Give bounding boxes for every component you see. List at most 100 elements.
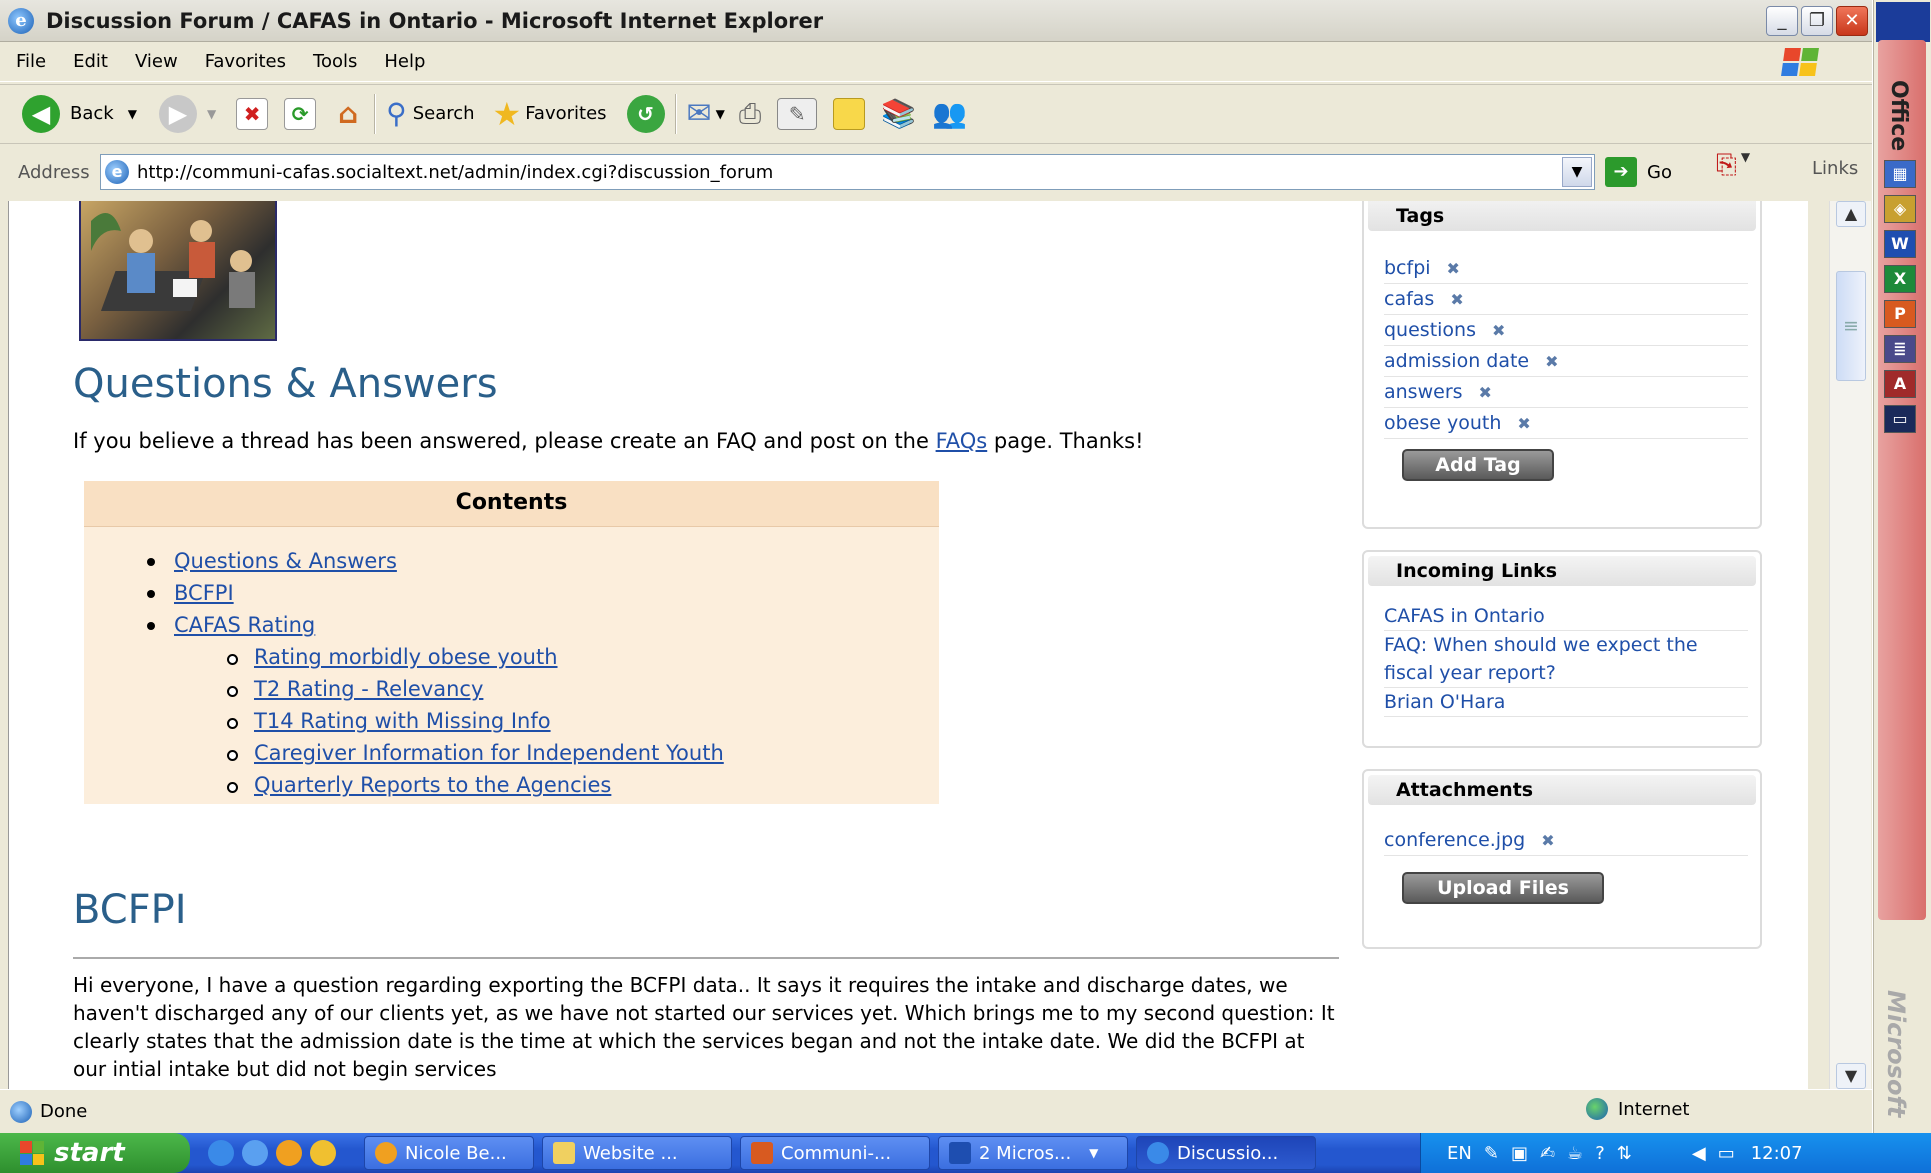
tag-link[interactable]: admission date <box>1384 350 1529 372</box>
vertical-scrollbar[interactable]: ▲ ≡ ▼ <box>1829 201 1871 1089</box>
ie-icon[interactable] <box>208 1140 234 1166</box>
menu-favorites[interactable]: Favorites <box>205 51 286 72</box>
writing-icon[interactable]: ✍ <box>1540 1143 1555 1164</box>
tag-link[interactable]: obese youth <box>1384 412 1501 434</box>
toc-link-t14-rating[interactable]: T14 Rating with Missing Info <box>254 709 551 733</box>
scroll-up-arrow-icon[interactable]: ▲ <box>1836 201 1866 227</box>
start-button[interactable]: start <box>0 1133 190 1173</box>
add-tag-button[interactable]: Add Tag <box>1402 449 1554 481</box>
outlook-icon[interactable] <box>242 1140 268 1166</box>
menu-edit[interactable]: Edit <box>73 51 108 72</box>
scroll-thumb[interactable]: ≡ <box>1836 271 1866 381</box>
close-button[interactable]: ✕ <box>1836 6 1868 36</box>
toc-link-quarterly-reports[interactable]: Quarterly Reports to the Agencies <box>254 773 611 797</box>
menu-tools[interactable]: Tools <box>313 51 357 72</box>
menu-help[interactable]: Help <box>384 51 425 72</box>
tag-link[interactable]: cafas <box>1384 288 1434 310</box>
incoming-link[interactable]: FAQ: When should we expect the fiscal ye… <box>1384 631 1748 688</box>
search-button[interactable]: ⚲ Search <box>386 97 474 130</box>
tag-link[interactable]: answers <box>1384 381 1463 403</box>
home-button[interactable]: ⌂ <box>332 97 364 130</box>
toc-link-caregiver-info[interactable]: Caregiver Information for Independent Yo… <box>254 741 724 765</box>
toc-subitem: Rating morbidly obese youth <box>227 641 724 673</box>
research-button[interactable]: 📚 <box>881 97 916 130</box>
cup-icon[interactable]: ☕ <box>1567 1143 1583 1164</box>
tag-link[interactable]: questions <box>1384 319 1476 341</box>
pdf-icon[interactable]: ⎘ ▼ <box>1716 150 1760 190</box>
messenger-button[interactable]: 👥 <box>932 97 967 130</box>
chevron-down-icon: ▼ <box>715 106 725 121</box>
word-icon[interactable]: W <box>1884 230 1916 258</box>
faqs-link[interactable]: FAQs <box>936 429 988 453</box>
refresh-button[interactable]: ⟳ <box>284 97 317 130</box>
favorites-button[interactable]: ★ Favorites <box>493 95 607 133</box>
incoming-link[interactable]: Brian O'Hara <box>1384 688 1748 717</box>
toc-subitem: T2 Rating - Relevancy <box>227 673 724 705</box>
toc-link-t2-rating[interactable]: T2 Rating - Relevancy <box>254 677 483 701</box>
help-icon[interactable]: ? <box>1595 1143 1605 1164</box>
menu-file[interactable]: File <box>16 51 46 72</box>
language-indicator[interactable]: EN <box>1447 1143 1472 1164</box>
edit-button[interactable]: ✎ <box>777 97 818 130</box>
menu-view[interactable]: View <box>135 51 178 72</box>
delete-tag-icon[interactable]: ✖ <box>1479 383 1492 402</box>
excel-icon[interactable]: X <box>1884 265 1916 293</box>
go-button[interactable]: ➔ Go <box>1605 157 1672 187</box>
page-content: Questions & Answers If you believe a thr… <box>8 201 1808 1089</box>
chevron-down-icon: ▼ <box>206 106 217 121</box>
minimize-button[interactable]: _ <box>1766 6 1798 36</box>
messenger-icon[interactable] <box>276 1140 302 1166</box>
print-button[interactable]: ⎙ <box>739 97 761 131</box>
delete-tag-icon[interactable]: ✖ <box>1517 414 1530 433</box>
attachments-title: Attachments <box>1368 775 1756 805</box>
task-nicole[interactable]: Nicole Be... <box>364 1136 534 1170</box>
upload-files-button[interactable]: Upload Files <box>1402 872 1604 904</box>
task-communi[interactable]: Communi-... <box>740 1136 930 1170</box>
address-input[interactable]: e http://communi-cafas.socialtext.net/ad… <box>100 154 1595 190</box>
discuss-button[interactable] <box>833 97 866 130</box>
delete-tag-icon[interactable]: ✖ <box>1492 321 1505 340</box>
incoming-link[interactable]: CAFAS in Ontario <box>1384 602 1748 631</box>
powerpoint-icon[interactable]: P <box>1884 300 1916 328</box>
tag-link[interactable]: bcfpi <box>1384 257 1431 279</box>
history-button[interactable]: ↺ <box>626 94 665 133</box>
chevron-left-icon[interactable]: ◀ <box>1692 1143 1706 1164</box>
toc-link-obese-youth[interactable]: Rating morbidly obese youth <box>254 645 558 669</box>
back-button[interactable]: ◀ Back ▼ <box>22 94 137 133</box>
scroll-down-arrow-icon[interactable]: ▼ <box>1836 1063 1866 1089</box>
office-label: Office <box>1886 80 1911 152</box>
address-url: http://communi-cafas.socialtext.net/admi… <box>137 161 774 183</box>
pen-icon[interactable]: ✎ <box>1484 1143 1499 1164</box>
task-word[interactable]: 2 Micros... ▼ <box>938 1136 1128 1170</box>
publisher-icon[interactable]: ≣ <box>1884 335 1916 363</box>
monitor-icon[interactable]: ▭ <box>1718 1143 1735 1164</box>
task-label: 2 Micros... <box>979 1142 1072 1164</box>
restore-button[interactable]: ❐ <box>1801 6 1833 36</box>
delete-attachment-icon[interactable]: ✖ <box>1541 831 1554 850</box>
task-discussion[interactable]: Discussio... <box>1136 1136 1316 1170</box>
attachment-link[interactable]: conference.jpg <box>1384 829 1525 851</box>
media-player-icon[interactable] <box>310 1140 336 1166</box>
access-icon[interactable]: A <box>1884 370 1916 398</box>
toc-link-questions-answers[interactable]: Questions & Answers <box>174 549 397 573</box>
delete-tag-icon[interactable]: ✖ <box>1450 290 1463 309</box>
toc-item: Questions & Answers <box>147 545 724 577</box>
desktop-icon[interactable]: ▭ <box>1884 405 1916 433</box>
address-bar: Address e http://communi-cafas.socialtex… <box>0 143 1872 201</box>
stop-button[interactable]: ✖ <box>236 97 269 130</box>
toc-link-cafas-rating[interactable]: CAFAS Rating <box>174 613 315 637</box>
task-website[interactable]: Website ... <box>542 1136 732 1170</box>
conference-image <box>79 201 277 341</box>
display-icon[interactable]: ▣ <box>1511 1143 1528 1164</box>
mail-button[interactable]: ✉ ▼ <box>687 96 725 131</box>
toc-link-bcfpi[interactable]: BCFPI <box>174 581 234 605</box>
delete-tag-icon[interactable]: ✖ <box>1545 352 1558 371</box>
scheduler-icon[interactable]: ◈ <box>1884 195 1916 223</box>
tag-item: obese youth ✖ <box>1384 408 1748 439</box>
outlook-icon[interactable]: ▦ <box>1884 160 1916 188</box>
links-button[interactable]: Links <box>1812 158 1858 179</box>
network-icon[interactable]: ⇅ <box>1617 1143 1632 1164</box>
chevron-down-icon[interactable]: ▼ <box>1562 157 1592 187</box>
forward-button[interactable]: ▶ ▼ <box>158 94 217 133</box>
delete-tag-icon[interactable]: ✖ <box>1447 259 1460 278</box>
